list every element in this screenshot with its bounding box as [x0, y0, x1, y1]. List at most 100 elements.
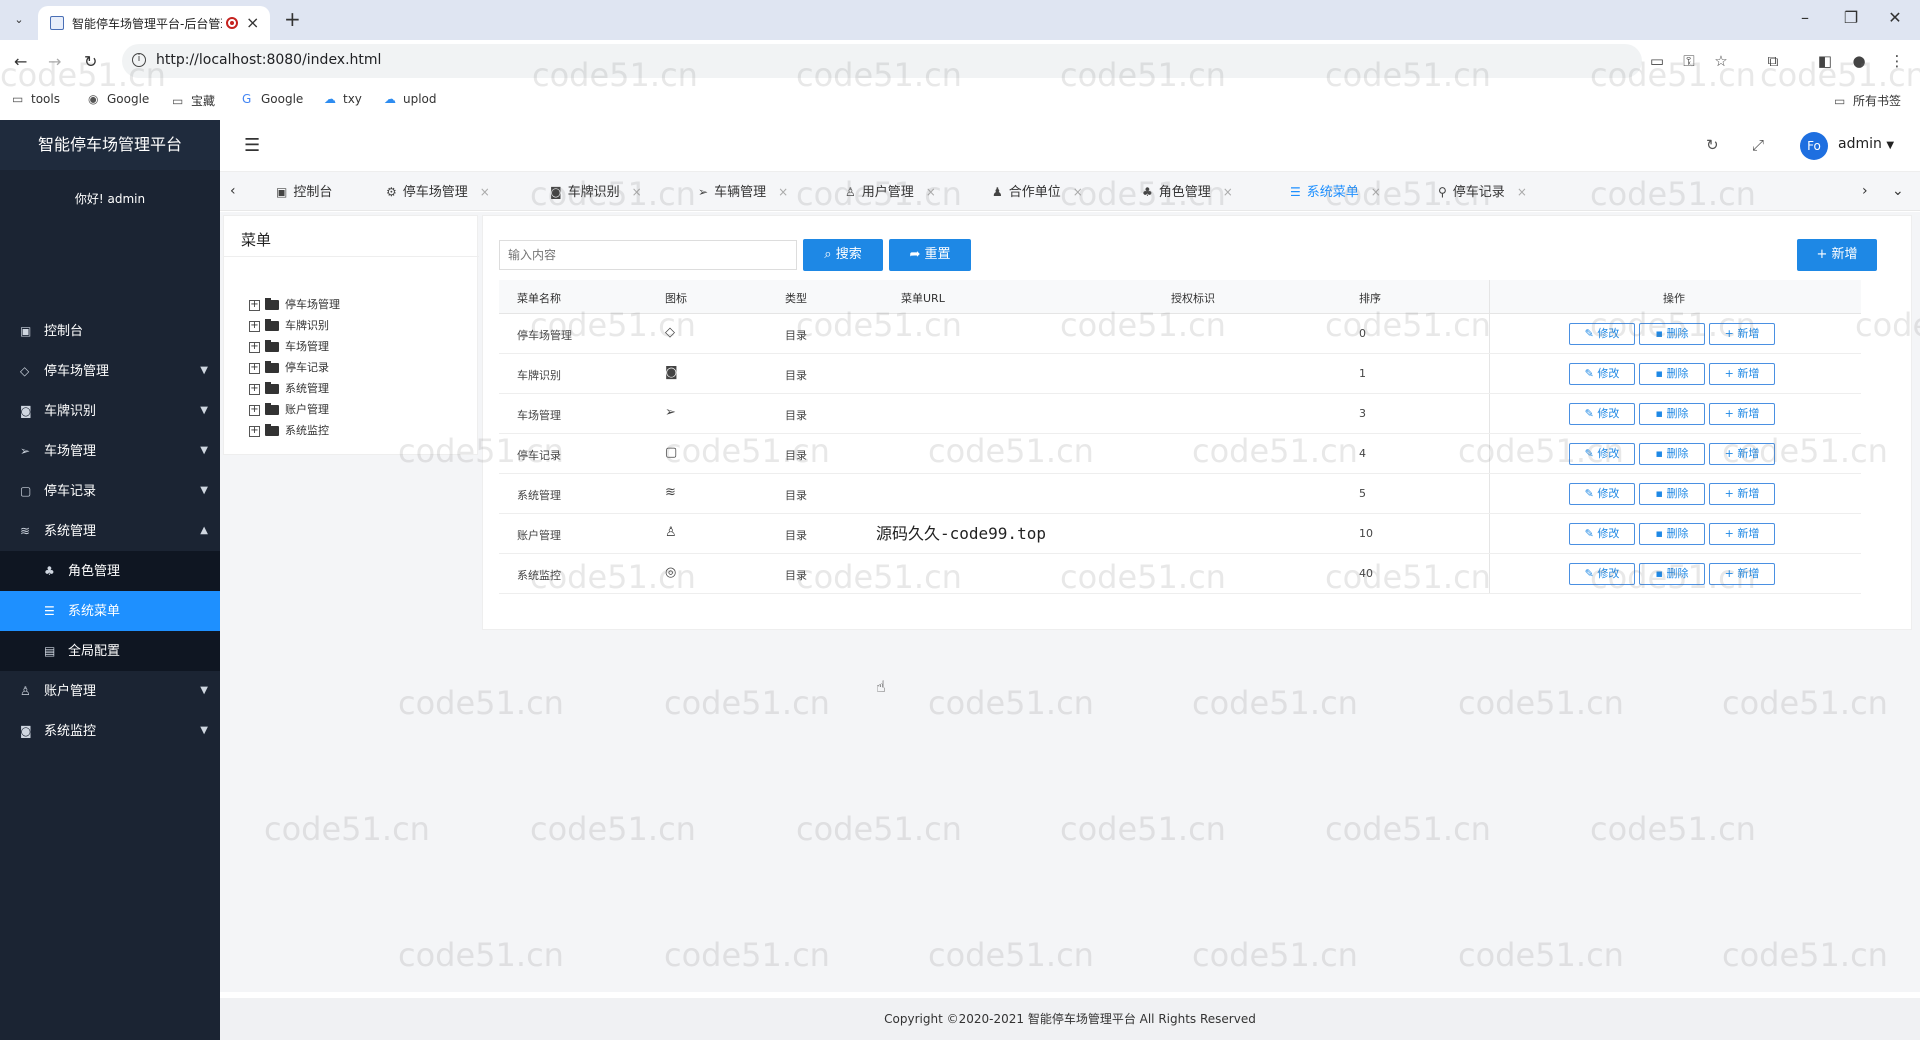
all-bookmarks[interactable]: ▭ 所有书签 — [1834, 92, 1901, 109]
tab-roles[interactable]: ♣ 角色管理 × — [1142, 172, 1233, 212]
extensions-icon[interactable]: ⧉ — [1762, 52, 1784, 70]
reload-icon[interactable]: ↻ — [84, 52, 97, 71]
search-input[interactable] — [499, 240, 797, 270]
close-icon[interactable]: × — [480, 185, 490, 199]
tab-system-menu[interactable]: ☰ 系统菜单 × — [1290, 172, 1381, 212]
add-child-button[interactable]: + 新增 — [1709, 403, 1775, 425]
tabs-scroll-right-icon[interactable]: › — [1862, 183, 1868, 199]
tree-node[interactable]: + 车牌识别 — [249, 315, 340, 336]
tab-dashboard[interactable]: ▣ 控制台 — [276, 172, 332, 212]
sidebar-item-plate-recognition[interactable]: ◙ 车牌识别 ▼ — [0, 391, 220, 431]
sidebar-item-parking-lots[interactable]: ◇ 停车场管理 ▼ — [0, 351, 220, 391]
sidebar-item-global-config[interactable]: ▤ 全局配置 — [0, 631, 220, 671]
avatar[interactable]: Fo — [1800, 132, 1828, 160]
close-icon[interactable]: × — [1073, 185, 1083, 199]
sidebar-item-monitoring[interactable]: ◙ 系统监控 ▼ — [0, 711, 220, 751]
bookmark-google-2[interactable]: G Google — [242, 92, 303, 106]
close-icon[interactable]: × — [926, 185, 936, 199]
expand-icon[interactable]: + — [249, 341, 260, 353]
site-info-icon[interactable]: i — [132, 53, 146, 67]
add-button[interactable]: + 新增 — [1797, 239, 1877, 271]
user-menu[interactable]: admin ▼ — [1838, 136, 1894, 152]
browser-menu-icon[interactable]: ⋮ — [1886, 52, 1908, 70]
sidebar-item-dashboard[interactable]: ▣ 控制台 — [0, 311, 220, 351]
bookmark-star-icon[interactable]: ☆ — [1710, 52, 1732, 70]
search-button[interactable]: ⌕ 搜索 — [803, 239, 883, 271]
edit-button[interactable]: ✎ 修改 — [1569, 403, 1635, 425]
expand-icon[interactable]: + — [249, 299, 260, 311]
tab-users[interactable]: ♙ 用户管理 × — [845, 172, 936, 212]
bookmark-google[interactable]: ◉ Google — [88, 92, 149, 106]
tabs-scroll-left-icon[interactable]: ‹ — [230, 183, 236, 199]
edit-button[interactable]: ✎ 修改 — [1569, 443, 1635, 465]
bookmark-uplod[interactable]: ☁ uplod — [384, 92, 437, 106]
refresh-icon[interactable]: ↻ — [1706, 136, 1719, 154]
add-child-button[interactable]: + 新增 — [1709, 563, 1775, 585]
sidebar-item-system[interactable]: ≋ 系统管理 ▲ — [0, 511, 220, 551]
close-icon[interactable]: × — [1223, 185, 1233, 199]
bookmark-treasure[interactable]: ▭ 宝藏 — [172, 92, 215, 109]
tab-parking-lots[interactable]: ⚙ 停车场管理 × — [386, 172, 490, 212]
tab-search-button[interactable]: ⌄ — [8, 10, 30, 30]
delete-button[interactable]: ▪ 删除 — [1639, 403, 1705, 425]
bookmark-tools[interactable]: ▭ tools — [12, 92, 60, 106]
edit-button[interactable]: ✎ 修改 — [1569, 363, 1635, 385]
add-child-button[interactable]: + 新增 — [1709, 323, 1775, 345]
bookmark-txy[interactable]: ☁ txy — [324, 92, 362, 106]
edit-button[interactable]: ✎ 修改 — [1569, 523, 1635, 545]
back-icon[interactable]: ← — [14, 52, 27, 71]
edit-button[interactable]: ✎ 修改 — [1569, 563, 1635, 585]
close-icon[interactable]: × — [1371, 185, 1381, 199]
expand-icon[interactable]: + — [249, 362, 260, 374]
sidebar-item-roles[interactable]: ♣ 角色管理 — [0, 551, 220, 591]
fullscreen-icon[interactable]: ⤢ — [1752, 136, 1764, 154]
tree-node[interactable]: + 停车场管理 — [249, 294, 340, 315]
reset-button[interactable]: ➦ 重置 — [889, 239, 971, 271]
close-tab-icon[interactable]: × — [246, 13, 259, 32]
delete-button[interactable]: ▪ 删除 — [1639, 483, 1705, 505]
add-child-button[interactable]: + 新增 — [1709, 363, 1775, 385]
add-child-button[interactable]: + 新增 — [1709, 523, 1775, 545]
address-bar[interactable]: i http://localhost:8080/index.html — [122, 44, 1642, 78]
profile-icon[interactable]: ● — [1848, 52, 1870, 70]
restore-icon[interactable]: ❐ — [1836, 8, 1866, 27]
forward-icon[interactable]: → — [48, 52, 61, 71]
add-child-button[interactable]: + 新增 — [1709, 443, 1775, 465]
tab-partners[interactable]: ♟ 合作单位 × — [992, 172, 1083, 212]
expand-icon[interactable]: + — [249, 425, 260, 437]
tree-node[interactable]: + 账户管理 — [249, 399, 340, 420]
sidebar-item-system-menu[interactable]: ☰ 系统菜单 — [0, 591, 220, 631]
tree-node[interactable]: + 停车记录 — [249, 357, 340, 378]
delete-button[interactable]: ▪ 删除 — [1639, 443, 1705, 465]
tab-plate-recognition[interactable]: ◙ 车牌识别 × — [550, 172, 642, 212]
edit-button[interactable]: ✎ 修改 — [1569, 483, 1635, 505]
camera-permission-icon[interactable]: ▭ — [1646, 52, 1668, 70]
tree-node[interactable]: + 车场管理 — [249, 336, 340, 357]
sidebar-item-parking-records[interactable]: ▢ 停车记录 ▼ — [0, 471, 220, 511]
tree-node[interactable]: + 系统管理 — [249, 378, 340, 399]
tree-node[interactable]: + 系统监控 — [249, 420, 340, 441]
tabs-dropdown-icon[interactable]: ⌄ — [1892, 183, 1904, 199]
window-close-icon[interactable]: ✕ — [1880, 8, 1910, 27]
menu-toggle-icon[interactable]: ☰ — [244, 135, 260, 156]
new-tab-button[interactable]: + — [284, 7, 301, 31]
expand-icon[interactable]: + — [249, 383, 260, 395]
delete-button[interactable]: ▪ 删除 — [1639, 323, 1705, 345]
close-icon[interactable]: × — [1517, 185, 1527, 199]
expand-icon[interactable]: + — [249, 404, 260, 416]
add-child-button[interactable]: + 新增 — [1709, 483, 1775, 505]
edit-button[interactable]: ✎ 修改 — [1569, 323, 1635, 345]
password-key-icon[interactable]: ⚿ — [1678, 52, 1700, 70]
delete-button[interactable]: ▪ 删除 — [1639, 363, 1705, 385]
tab-vehicles[interactable]: ➢ 车辆管理 × — [698, 172, 788, 212]
side-panel-icon[interactable]: ◧ — [1814, 52, 1836, 70]
close-icon[interactable]: × — [632, 185, 642, 199]
delete-button[interactable]: ▪ 删除 — [1639, 563, 1705, 585]
sidebar-item-accounts[interactable]: ♙ 账户管理 ▼ — [0, 671, 220, 711]
minimize-icon[interactable]: – — [1790, 8, 1820, 27]
delete-button[interactable]: ▪ 删除 — [1639, 523, 1705, 545]
expand-icon[interactable]: + — [249, 320, 260, 332]
sidebar-item-lot-management[interactable]: ➢ 车场管理 ▼ — [0, 431, 220, 471]
tab-parking-records[interactable]: ⚲ 停车记录 × — [1438, 172, 1527, 212]
close-icon[interactable]: × — [778, 185, 788, 199]
